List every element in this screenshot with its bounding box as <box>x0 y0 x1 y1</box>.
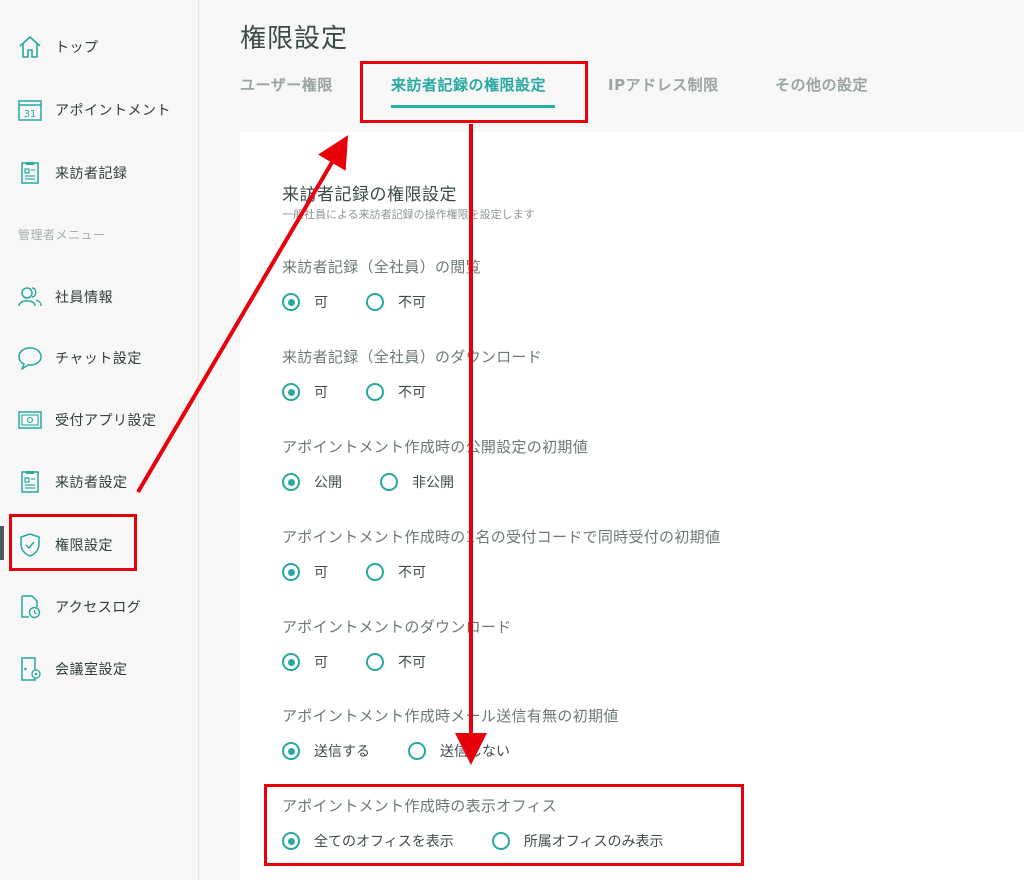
sidebar-item-label: 来訪者記録 <box>55 166 128 182</box>
setting-label: 来訪者記録（全社員）の閲覧 <box>282 258 481 276</box>
settings-panel: 来訪者記録の権限設定 一般社員による来訪者記録の操作権限を設定します 来訪者記録… <box>240 132 1024 880</box>
sidebar-item-appointment[interactable]: 31 アポイントメント <box>17 94 171 126</box>
sidebar-item-label: 来訪者設定 <box>55 475 128 491</box>
door-icon <box>17 656 43 682</box>
sidebar-item-label: 社員情報 <box>55 290 113 306</box>
radio-option-label: 可 <box>314 385 328 401</box>
radio-option[interactable]: 可 <box>282 292 328 312</box>
radio-option[interactable]: 不可 <box>366 292 426 312</box>
clipboard-icon <box>17 160 43 186</box>
radio-option[interactable]: 送信する <box>282 741 370 761</box>
radio-option[interactable]: 可 <box>282 652 328 672</box>
radio-button[interactable] <box>282 293 300 311</box>
radio-option-label: 非公開 <box>412 475 454 491</box>
radio-button[interactable] <box>282 383 300 401</box>
home-icon <box>17 34 43 60</box>
radio-option-label: 送信しない <box>440 744 510 760</box>
setting-appointment-download: アポイントメントのダウンロード 可 不可 <box>282 616 512 672</box>
sidebar-item-top[interactable]: トップ <box>17 31 99 63</box>
sidebar-item-visitor-settings[interactable]: 来訪者設定 <box>17 466 128 498</box>
clipboard-icon <box>17 469 43 495</box>
radio-group: 可 不可 <box>282 652 512 672</box>
radio-button[interactable] <box>282 653 300 671</box>
radio-group: 可 不可 <box>282 382 542 402</box>
setting-visitor-log-download: 来訪者記録（全社員）のダウンロード 可 不可 <box>282 346 542 402</box>
radio-group: 可 不可 <box>282 292 481 312</box>
setting-appointment-visibility-default: アポイントメント作成時の公開設定の初期値 公開 非公開 <box>282 436 588 492</box>
radio-option-label: 可 <box>314 655 328 671</box>
radio-option-label: 不可 <box>398 295 426 311</box>
radio-button[interactable] <box>366 563 384 581</box>
radio-option[interactable]: 非公開 <box>380 472 454 492</box>
radio-option[interactable]: 不可 <box>366 562 426 582</box>
radio-option[interactable]: 不可 <box>366 382 426 402</box>
sidebar-item-label: 会議室設定 <box>55 662 128 678</box>
sidebar-item-visitor-log[interactable]: 来訪者記録 <box>17 157 128 189</box>
calendar-icon: 31 <box>17 97 43 123</box>
setting-visitor-log-view: 来訪者記録（全社員）の閲覧 可 不可 <box>282 256 481 312</box>
radio-option-label: 不可 <box>398 655 426 671</box>
radio-button[interactable] <box>366 293 384 311</box>
radio-button[interactable] <box>282 742 300 760</box>
radio-button[interactable] <box>366 653 384 671</box>
setting-label: アポイントメントのダウンロード <box>282 618 512 636</box>
setting-label: 来訪者記録（全社員）のダウンロード <box>282 348 543 366</box>
radio-option[interactable]: 不可 <box>366 652 426 672</box>
radio-group: 可 不可 <box>282 562 720 582</box>
sidebar-item-label: アポイントメント <box>55 103 171 119</box>
radio-option[interactable]: 可 <box>282 382 328 402</box>
panel-description: 一般社員による来訪者記録の操作権限を設定します <box>282 208 535 221</box>
setting-label: アポイントメント作成時の公開設定の初期値 <box>282 438 589 456</box>
radio-option-label: 不可 <box>398 565 426 581</box>
radio-option-label: 可 <box>314 565 328 581</box>
radio-option[interactable]: 送信しない <box>408 741 510 761</box>
active-item-marker <box>0 526 4 560</box>
sidebar: トップ 31 アポイントメント 来訪者記録 管理者メニュー 社員情報 チャット設… <box>0 0 199 880</box>
sidebar-item-label: アクセスログ <box>55 600 142 616</box>
radio-option-label: 可 <box>314 295 328 311</box>
radio-option-label: 不可 <box>398 385 426 401</box>
annotation-box-sidebar <box>9 514 137 571</box>
panel-title: 来訪者記録の権限設定 <box>282 185 457 205</box>
sidebar-item-reception-app-settings[interactable]: 受付アプリ設定 <box>17 404 157 436</box>
radio-button[interactable] <box>366 383 384 401</box>
radio-group: 公開 非公開 <box>282 472 588 492</box>
sidebar-item-meeting-room-settings[interactable]: 会議室設定 <box>17 653 128 685</box>
sidebar-item-label: 受付アプリ設定 <box>55 413 157 429</box>
radio-option-label: 送信する <box>314 744 370 760</box>
tablet-icon <box>17 407 43 433</box>
radio-group: 送信する 送信しない <box>282 741 619 761</box>
sidebar-item-employee-info[interactable]: 社員情報 <box>17 281 113 313</box>
sidebar-item-label: チャット設定 <box>55 351 142 367</box>
setting-email-send-default: アポイントメント作成時メール送信有無の初期値 送信する 送信しない <box>282 705 619 761</box>
radio-button[interactable] <box>408 742 426 760</box>
setting-label: アポイントメント作成時メール送信有無の初期値 <box>282 707 619 725</box>
file-clock-icon <box>17 594 43 620</box>
svg-text:31: 31 <box>24 109 37 120</box>
radio-option[interactable]: 可 <box>282 562 328 582</box>
users-icon <box>17 284 43 310</box>
tab-user-permissions[interactable]: ユーザー権限 <box>240 74 333 95</box>
radio-option[interactable]: 公開 <box>282 472 342 492</box>
radio-button[interactable] <box>282 563 300 581</box>
setting-label: アポイントメント作成時の1名の受付コードで同時受付の初期値 <box>282 528 721 546</box>
sidebar-item-chat-settings[interactable]: チャット設定 <box>17 342 142 374</box>
tab-ip-address-restriction[interactable]: IPアドレス制限 <box>608 74 719 95</box>
sidebar-item-label: トップ <box>55 40 99 56</box>
sidebar-item-access-log[interactable]: アクセスログ <box>17 591 141 623</box>
page-title: 権限設定 <box>240 24 349 54</box>
radio-button[interactable] <box>380 473 398 491</box>
tab-other-settings[interactable]: その他の設定 <box>775 74 868 95</box>
annotation-box-tab <box>360 61 588 123</box>
setting-simultaneous-reception-default: アポイントメント作成時の1名の受付コードで同時受付の初期値 可 不可 <box>282 526 720 582</box>
annotation-box-setting <box>264 784 744 866</box>
admin-menu-section-label: 管理者メニュー <box>18 228 106 242</box>
radio-button[interactable] <box>282 473 300 491</box>
chat-icon <box>17 345 43 371</box>
radio-option-label: 公開 <box>314 475 342 491</box>
